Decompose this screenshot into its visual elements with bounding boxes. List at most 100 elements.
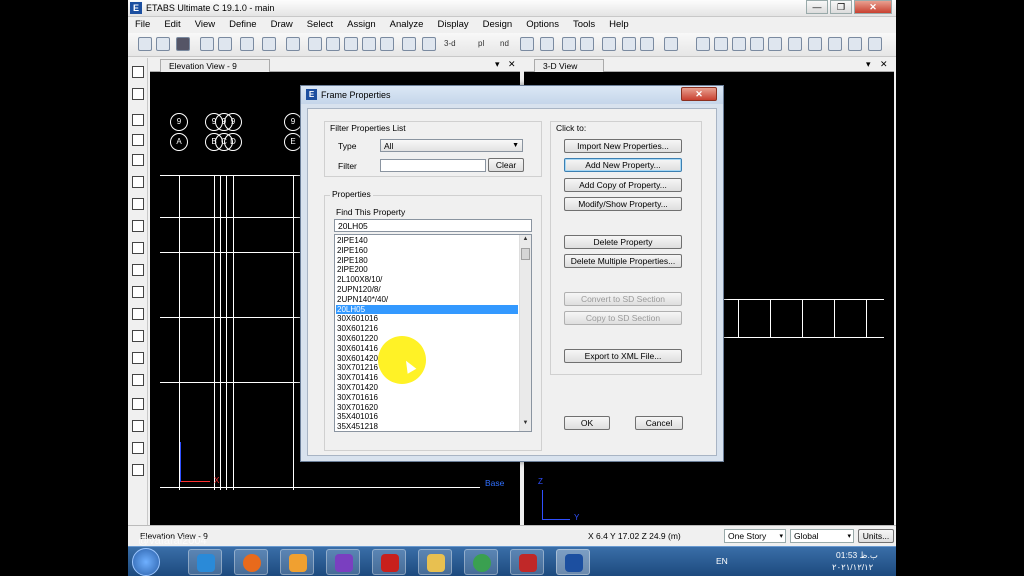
draw-line-icon[interactable] bbox=[132, 114, 144, 126]
zoom-previous-icon[interactable] bbox=[344, 37, 358, 51]
list-item[interactable]: 30X601220 bbox=[336, 334, 518, 344]
list-item[interactable]: 30X601416 bbox=[336, 344, 518, 354]
draw-link-icon[interactable] bbox=[132, 308, 144, 320]
view-elev-label[interactable]: nd bbox=[500, 39, 509, 48]
menu-options[interactable]: Options bbox=[519, 17, 566, 33]
draw-grid-icon[interactable] bbox=[132, 374, 144, 386]
menu-help[interactable]: Help bbox=[602, 17, 636, 33]
explorer-task[interactable] bbox=[418, 549, 452, 575]
tray-language[interactable]: EN bbox=[716, 556, 728, 566]
menu-select[interactable]: Select bbox=[300, 17, 340, 33]
zoom-window-icon[interactable] bbox=[308, 37, 322, 51]
menu-view[interactable]: View bbox=[188, 17, 222, 33]
firefox-task[interactable] bbox=[234, 549, 268, 575]
draw-reference-icon[interactable] bbox=[132, 464, 144, 476]
list-item[interactable]: 2IPE140 bbox=[336, 236, 518, 246]
draw-opening-icon[interactable] bbox=[132, 264, 144, 276]
menu-file[interactable]: File bbox=[128, 17, 157, 33]
draw-point-icon[interactable] bbox=[132, 286, 144, 298]
ok-button[interactable]: OK bbox=[564, 416, 610, 430]
draw-design-strip-icon[interactable] bbox=[132, 442, 144, 454]
copy-to-sd-button[interactable]: Copy to SD Section bbox=[564, 311, 682, 325]
close-view-icon[interactable]: ✕ bbox=[880, 59, 888, 70]
scroll-up-icon[interactable]: ▲ bbox=[520, 236, 531, 246]
menu-analyze[interactable]: Analyze bbox=[383, 17, 431, 33]
close-button[interactable]: ✕ bbox=[854, 0, 892, 14]
undo-icon[interactable] bbox=[200, 37, 214, 51]
convert-to-sd-button[interactable]: Convert to SD Section bbox=[564, 292, 682, 306]
units-button[interactable]: Units... bbox=[858, 529, 894, 543]
minimize-button[interactable]: — bbox=[806, 0, 828, 14]
wall-icon[interactable] bbox=[788, 37, 802, 51]
cube-icon[interactable] bbox=[664, 37, 678, 51]
ie-task[interactable] bbox=[188, 549, 222, 575]
media-player-task[interactable] bbox=[280, 549, 314, 575]
draw-column-icon[interactable] bbox=[132, 154, 144, 166]
list-item[interactable]: 2UPN140*/40/ bbox=[336, 295, 518, 305]
properties-list[interactable]: 2IPE140 2IPE160 2IPE180 2IPE200 2L100X8/10/2… bbox=[334, 234, 532, 432]
zoom-out-icon[interactable] bbox=[380, 37, 394, 51]
cancel-button[interactable]: Cancel bbox=[635, 416, 683, 430]
frame-icon[interactable] bbox=[696, 37, 710, 51]
move-down-icon[interactable] bbox=[580, 37, 594, 51]
slab-icon[interactable] bbox=[808, 37, 822, 51]
open-icon[interactable] bbox=[156, 37, 170, 51]
menu-edit[interactable]: Edit bbox=[157, 17, 187, 33]
list-item[interactable]: 30X701416 bbox=[336, 373, 518, 383]
brace-icon[interactable] bbox=[768, 37, 782, 51]
list-item[interactable]: 2IPE200 bbox=[336, 265, 518, 275]
beam-icon[interactable] bbox=[732, 37, 746, 51]
move-up-icon[interactable] bbox=[562, 37, 576, 51]
start-button[interactable] bbox=[132, 548, 160, 576]
list-item[interactable]: 30X701620 bbox=[336, 403, 518, 413]
list-item[interactable]: 30X601216 bbox=[336, 324, 518, 334]
menu-draw[interactable]: Draw bbox=[264, 17, 300, 33]
filter-input[interactable] bbox=[380, 159, 486, 172]
draw-beam-icon[interactable] bbox=[132, 134, 144, 146]
link-icon[interactable] bbox=[848, 37, 862, 51]
list-item[interactable]: 30X701216 bbox=[336, 363, 518, 373]
import-properties-button[interactable]: Import New Properties... bbox=[564, 139, 682, 153]
view-plan-label[interactable]: pl bbox=[478, 39, 484, 48]
visual-studio-task[interactable] bbox=[326, 549, 360, 575]
draw-section-cut-icon[interactable] bbox=[132, 330, 144, 342]
story-select[interactable]: One Story ▾ bbox=[724, 529, 786, 543]
list-item[interactable]: 35X401016 bbox=[336, 412, 518, 422]
add-copy-property-button[interactable]: Add Copy of Property... bbox=[564, 178, 682, 192]
scroll-thumb[interactable] bbox=[521, 248, 530, 260]
draw-slab-icon[interactable] bbox=[132, 220, 144, 232]
scroll-down-icon[interactable]: ▼ bbox=[520, 420, 531, 430]
list-item[interactable]: 30X701420 bbox=[336, 383, 518, 393]
tray-time[interactable]: 01:53 ب.ظ bbox=[836, 550, 878, 561]
pencil-icon[interactable] bbox=[262, 37, 276, 51]
list-scrollbar[interactable]: ▲ ▼ bbox=[519, 235, 531, 431]
run-analysis-icon[interactable] bbox=[286, 37, 300, 51]
draw-brace-icon[interactable] bbox=[132, 176, 144, 188]
checkbox-icon[interactable] bbox=[622, 37, 636, 51]
pointer-icon[interactable] bbox=[132, 66, 144, 78]
delete-multiple-properties-button[interactable]: Delete Multiple Properties... bbox=[564, 254, 682, 268]
reshape-icon[interactable] bbox=[132, 88, 144, 100]
menu-display[interactable]: Display bbox=[430, 17, 475, 33]
zoom-in-icon[interactable] bbox=[362, 37, 376, 51]
export-xml-button[interactable]: Export to XML File... bbox=[564, 349, 682, 363]
add-new-property-button[interactable]: Add New Property... bbox=[564, 158, 682, 172]
lock-icon[interactable] bbox=[240, 37, 254, 51]
rubber-band-icon[interactable] bbox=[520, 37, 534, 51]
list-item[interactable]: 2IPE180 bbox=[336, 256, 518, 266]
delete-property-button[interactable]: Delete Property bbox=[564, 235, 682, 249]
dialog-close-button[interactable]: ✕ bbox=[681, 87, 717, 101]
menu-tools[interactable]: Tools bbox=[566, 17, 602, 33]
list-item[interactable]: 2L100X8/10/ bbox=[336, 275, 518, 285]
section-icon[interactable] bbox=[714, 37, 728, 51]
modify-show-property-button[interactable]: Modify/Show Property... bbox=[564, 197, 682, 211]
draw-wave-icon[interactable] bbox=[132, 420, 144, 432]
chevron-down-icon[interactable]: ▾ bbox=[495, 59, 500, 70]
menu-design[interactable]: Design bbox=[476, 17, 520, 33]
support-icon[interactable] bbox=[868, 37, 882, 51]
save-icon[interactable] bbox=[176, 37, 190, 51]
maximize-button[interactable]: ❐ bbox=[830, 0, 852, 14]
copy-icon[interactable] bbox=[640, 37, 654, 51]
redo-icon[interactable] bbox=[218, 37, 232, 51]
draw-area-icon[interactable] bbox=[132, 242, 144, 254]
